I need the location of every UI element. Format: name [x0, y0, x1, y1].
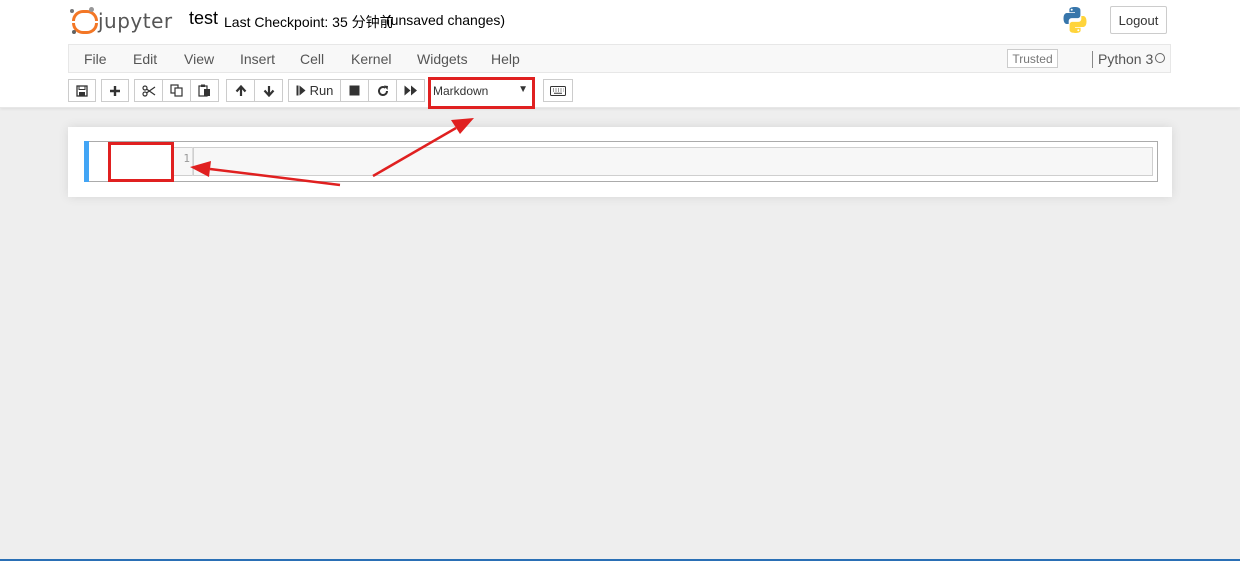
keyboard-icon: [550, 85, 566, 96]
save-button[interactable]: [68, 79, 96, 102]
python-logo-icon: [1063, 7, 1087, 33]
refresh-icon: [377, 85, 388, 96]
menu-widgets[interactable]: Widgets: [417, 45, 468, 73]
checkpoint-status: Last Checkpoint: 35 分钟前: [224, 14, 394, 30]
logo-text: jupyter: [98, 9, 173, 33]
cut-button[interactable]: [134, 79, 163, 102]
step-forward-icon: [296, 85, 306, 96]
notebook-container: 1: [68, 127, 1172, 197]
autosave-status: (unsaved changes): [386, 12, 506, 28]
jupyter-logo-icon: [70, 7, 98, 35]
cut-icon: [141, 84, 155, 97]
menu-kernel[interactable]: Kernel: [351, 45, 391, 73]
notebook-name[interactable]: test: [189, 8, 218, 29]
save-icon: [76, 84, 88, 97]
toolbar: Run Markdown ▼: [68, 79, 1171, 103]
trusted-badge[interactable]: Trusted: [1007, 49, 1058, 68]
kernel-separator: [1092, 51, 1093, 68]
arrow-down-icon: [263, 85, 274, 97]
prompt-highlight-box: [108, 142, 174, 182]
cell-selected-indicator: [84, 141, 89, 182]
menu-view[interactable]: View: [184, 45, 214, 73]
menu-edit[interactable]: Edit: [133, 45, 157, 73]
fast-forward-icon: [404, 85, 417, 96]
paste-icon: [198, 84, 210, 97]
jupyter-logo[interactable]: jupyter: [70, 5, 176, 37]
code-cell[interactable]: 1: [84, 141, 1158, 182]
restart-run-all-button[interactable]: [396, 79, 425, 102]
stop-icon: [349, 85, 360, 96]
cell-editor[interactable]: [193, 147, 1153, 176]
paste-button[interactable]: [190, 79, 219, 102]
menu-cell[interactable]: Cell: [300, 45, 324, 73]
kernel-idle-icon: [1155, 53, 1165, 63]
kernel-name: Python 3: [1098, 51, 1154, 67]
run-label: Run: [309, 83, 334, 98]
interrupt-button[interactable]: [340, 79, 369, 102]
move-down-button[interactable]: [254, 79, 283, 102]
restart-kernel-button[interactable]: [368, 79, 397, 102]
menu-insert[interactable]: Insert: [240, 45, 275, 73]
copy-button[interactable]: [162, 79, 191, 102]
menu-help[interactable]: Help: [491, 45, 520, 73]
header: jupyter test Last Checkpoint: 35 分钟前 (un…: [0, 0, 1240, 108]
menu-file[interactable]: File: [84, 45, 107, 73]
command-palette-button[interactable]: [543, 79, 573, 102]
plus-icon: [110, 85, 120, 96]
menubar: File Edit View Insert Cell Kernel Widget…: [68, 44, 1171, 73]
insert-cell-button[interactable]: [101, 79, 129, 102]
cell-type-highlight-box: [428, 77, 535, 109]
copy-icon: [170, 84, 183, 97]
logout-button[interactable]: Logout: [1110, 6, 1167, 34]
line-number: 1: [183, 152, 190, 165]
run-button[interactable]: Run: [288, 79, 341, 102]
move-up-button[interactable]: [226, 79, 255, 102]
arrow-up-icon: [235, 84, 246, 96]
